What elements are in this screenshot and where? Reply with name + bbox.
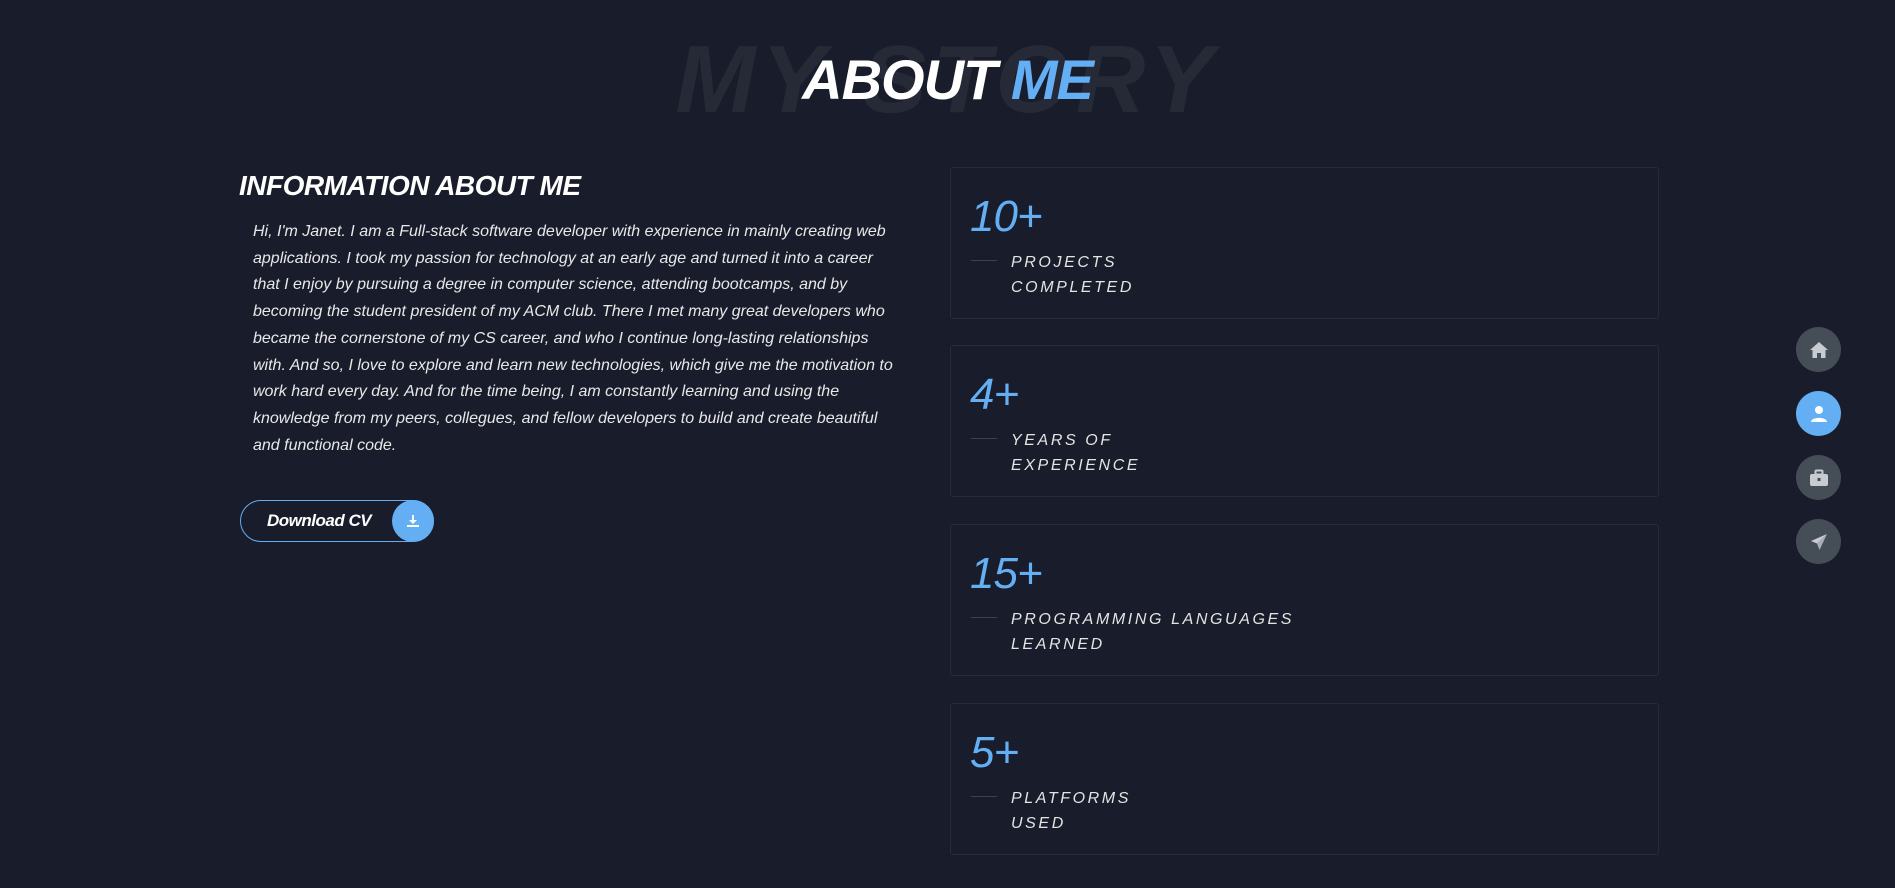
stat-card-projects: 10+ PROJECTS COMPLETED xyxy=(950,167,1659,319)
user-icon xyxy=(1810,405,1828,423)
stat-label-line2: COMPLETED xyxy=(1011,279,1134,296)
stat-label: PROGRAMMING LANGUAGES LEARNED xyxy=(1011,607,1351,657)
stat-label-line2: USED xyxy=(1011,815,1066,832)
nav-portfolio-button[interactable] xyxy=(1796,455,1841,500)
paper-plane-icon xyxy=(1810,533,1828,551)
page-title-part2: ME xyxy=(1010,48,1094,111)
download-cv-button[interactable]: Download CV xyxy=(240,500,434,542)
stat-label-line2: EXPERIENCE xyxy=(1011,457,1141,474)
download-icon xyxy=(392,500,434,542)
stat-label-line2: LEARNED xyxy=(1011,636,1105,653)
stat-label-line1: PLATFORMS xyxy=(1011,790,1132,807)
stat-divider xyxy=(971,796,997,797)
stat-label-line1: PROJECTS xyxy=(1011,254,1118,271)
stat-label: YEARS OF EXPERIENCE xyxy=(1011,428,1351,478)
stat-card-experience: 4+ YEARS OF EXPERIENCE xyxy=(950,345,1659,497)
stat-number: 15+ xyxy=(970,549,1043,598)
nav-about-button[interactable] xyxy=(1796,391,1841,436)
stat-divider xyxy=(971,260,997,261)
stat-divider xyxy=(971,438,997,439)
download-cv-label: Download CV xyxy=(267,511,372,530)
stat-divider xyxy=(971,617,997,618)
stat-label: PLATFORMS USED xyxy=(1011,786,1351,836)
stat-label-line1: YEARS OF xyxy=(1011,432,1113,449)
home-icon xyxy=(1809,341,1829,359)
stat-number: 4+ xyxy=(970,370,1019,419)
nav-home-button[interactable] xyxy=(1796,327,1841,372)
page-title: ABOUT ME xyxy=(0,48,1895,112)
stat-card-platforms: 5+ PLATFORMS USED xyxy=(950,703,1659,855)
stat-card-languages: 15+ PROGRAMMING LANGUAGES LEARNED xyxy=(950,524,1659,676)
stat-label-line1: PROGRAMMING LANGUAGES xyxy=(1011,611,1295,628)
briefcase-icon xyxy=(1809,469,1829,487)
stat-number: 5+ xyxy=(970,728,1019,777)
about-heading: INFORMATION ABOUT ME xyxy=(239,170,581,201)
stat-label: PROJECTS COMPLETED xyxy=(1011,250,1351,300)
stat-number: 10+ xyxy=(970,192,1043,241)
about-description: Hi, I'm Janet. I am a Full-stack softwar… xyxy=(253,223,893,454)
nav-contact-button[interactable] xyxy=(1796,519,1841,564)
page-title-part1: ABOUT xyxy=(802,48,997,111)
